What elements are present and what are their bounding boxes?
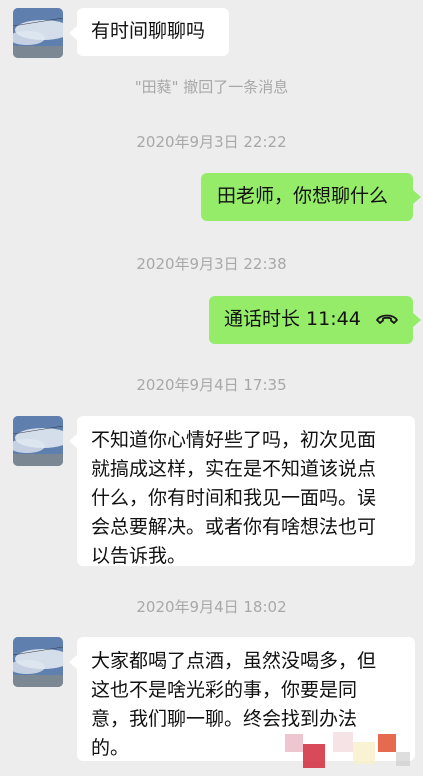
message-line: 会总要解决。或者你有啥想法也可 xyxy=(91,516,377,538)
call-record-bubble[interactable]: 通话时长 11:44 xyxy=(209,296,413,344)
message-line: 什么，你有时间和我见一面吗。误 xyxy=(91,487,377,509)
recall-notice: "田蕤" 撤回了一条消息 xyxy=(134,78,289,96)
message-bubble-incoming[interactable]: 有时间聊聊吗 xyxy=(77,8,229,56)
call-duration-text: 通话时长 11:44 xyxy=(224,308,361,330)
phone-hangup-icon xyxy=(376,314,398,324)
avatar[interactable] xyxy=(13,637,63,687)
timestamp: 2020年9月4日 18:02 xyxy=(136,598,287,616)
message-text: 有时间聊聊吗 xyxy=(91,20,206,42)
timestamp: 2020年9月3日 22:22 xyxy=(136,133,287,151)
timestamp: 2020年9月4日 17:35 xyxy=(136,376,287,394)
message-line: 以告诉我。 xyxy=(91,545,187,567)
message-text: 田老师，你想聊什么 xyxy=(217,185,389,207)
avatar[interactable] xyxy=(13,8,63,58)
message-line: 这也不是啥光彩的事，你要是同 xyxy=(91,679,358,701)
message-bubble-incoming[interactable]: 不知道你心情好些了吗，初次见面 就搞成这样，实在是不知道该说点 什么，你有时间和… xyxy=(77,416,415,567)
avatar[interactable] xyxy=(13,416,63,466)
watermark-blocks xyxy=(273,712,423,772)
message-line: 不知道你心情好些了吗，初次见面 xyxy=(91,429,377,451)
message-line: 大家都喝了点酒，虽然没喝多，但 xyxy=(91,650,377,672)
message-line: 就搞成这样，实在是不知道该说点 xyxy=(91,458,377,480)
message-bubble-outgoing[interactable]: 田老师，你想聊什么 xyxy=(201,173,413,221)
timestamp: 2020年9月3日 22:38 xyxy=(136,255,287,273)
